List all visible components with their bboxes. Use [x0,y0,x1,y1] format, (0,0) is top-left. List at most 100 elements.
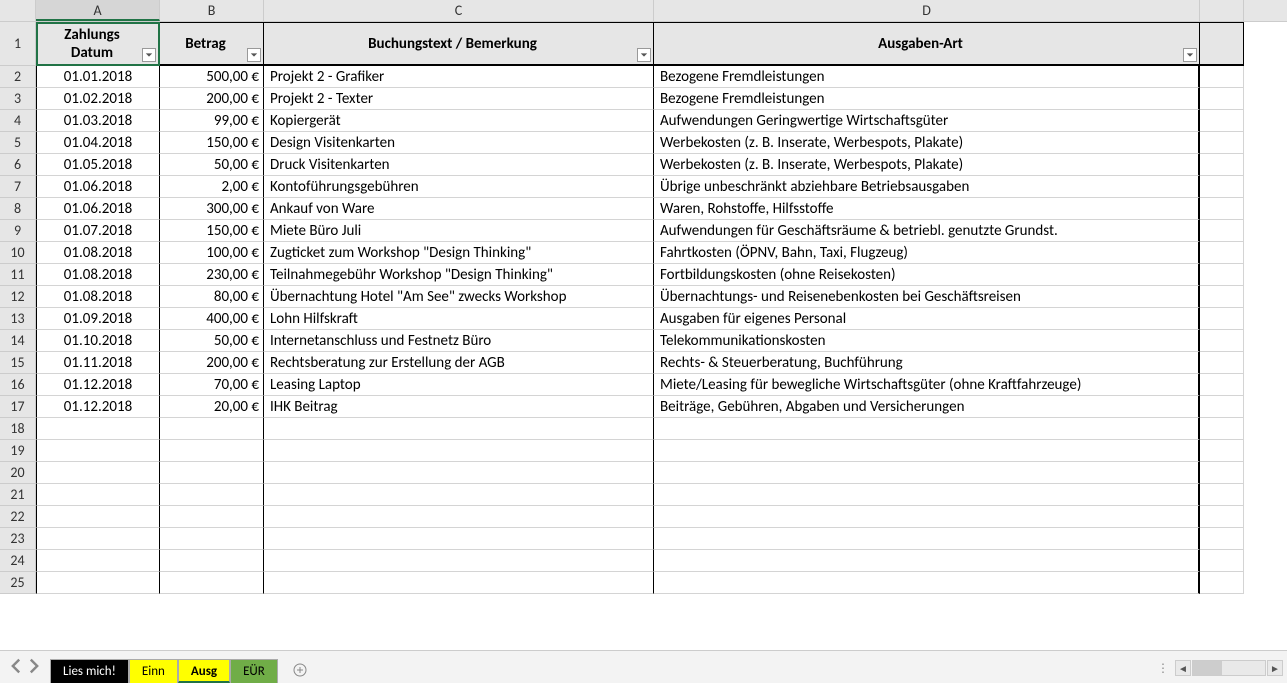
cell-date[interactable]: 01.09.2018 [36,308,160,330]
cell-amount[interactable]: 20,00 € [160,396,264,418]
cell-empty[interactable] [160,462,264,484]
cell-empty[interactable] [160,506,264,528]
cell-date[interactable]: 01.12.2018 [36,374,160,396]
row-header-8[interactable]: 8 [0,198,36,220]
cell-empty[interactable] [1200,506,1244,528]
cell-empty[interactable] [160,528,264,550]
row-header-20[interactable]: 20 [0,462,36,484]
cell-date[interactable]: 01.08.2018 [36,264,160,286]
filter-dropdown-icon[interactable] [1183,48,1197,62]
cell-category[interactable]: Werbekosten (z. B. Inserate, Werbespots,… [654,154,1200,176]
cell-amount[interactable]: 400,00 € [160,308,264,330]
tab-eur[interactable]: EÜR [230,659,278,683]
cell-empty[interactable] [160,572,264,594]
cell-text[interactable]: Miete Büro Juli [264,220,654,242]
cell-empty[interactable] [1200,462,1244,484]
cell-text[interactable]: Design Visitenkarten [264,132,654,154]
cell-empty[interactable] [654,572,1200,594]
cell-amount[interactable]: 150,00 € [160,220,264,242]
cell-empty[interactable] [264,506,654,528]
cell-empty[interactable] [654,440,1200,462]
header-betrag[interactable]: Betrag [160,22,264,66]
cell-category[interactable]: Übrige unbeschränkt abziehbare Betriebsa… [654,176,1200,198]
cell-date[interactable]: 01.08.2018 [36,286,160,308]
cell-empty[interactable] [1200,440,1244,462]
cell-empty[interactable] [160,550,264,572]
row-header-15[interactable]: 15 [0,352,36,374]
scroll-track[interactable] [1192,660,1266,676]
cell-date[interactable]: 01.08.2018 [36,242,160,264]
cell-category[interactable]: Fortbildungskosten (ohne Reisekosten) [654,264,1200,286]
cell-empty[interactable] [1200,396,1244,418]
cell-empty[interactable] [1200,176,1244,198]
header-buchungstext[interactable]: Buchungstext / Bemerkung [264,22,654,66]
select-all-corner[interactable] [0,0,36,22]
cell-empty[interactable] [654,418,1200,440]
cell-text[interactable]: Rechtsberatung zur Erstellung der AGB [264,352,654,374]
row-header-24[interactable]: 24 [0,550,36,572]
cell-empty[interactable] [264,550,654,572]
row-header-1[interactable]: 1 [0,22,36,66]
cell-empty[interactable] [1200,264,1244,286]
cell-empty[interactable] [36,528,160,550]
cell-empty[interactable] [264,462,654,484]
row-header-10[interactable]: 10 [0,242,36,264]
cell-empty[interactable] [264,440,654,462]
cell-empty[interactable] [160,484,264,506]
cell-empty[interactable] [1200,550,1244,572]
cell-empty[interactable] [1200,132,1244,154]
cell-text[interactable]: Lohn Hilfskraft [264,308,654,330]
tab-ausg[interactable]: Ausg [178,659,230,683]
row-header-4[interactable]: 4 [0,110,36,132]
cell-category[interactable]: Bezogene Fremdleistungen [654,66,1200,88]
row-header-7[interactable]: 7 [0,176,36,198]
cell-empty[interactable] [1200,484,1244,506]
cell-empty[interactable] [654,484,1200,506]
cell-amount[interactable]: 80,00 € [160,286,264,308]
cell-category[interactable]: Telekommunikationskosten [654,330,1200,352]
cell-empty[interactable] [1200,330,1244,352]
cell-amount[interactable]: 150,00 € [160,132,264,154]
row-header-25[interactable]: 25 [0,572,36,594]
cell-category[interactable]: Aufwendungen Geringwertige Wirtschaftsgü… [654,110,1200,132]
add-sheet-button[interactable] [286,660,314,682]
cell-amount[interactable]: 100,00 € [160,242,264,264]
tab-lies-mich[interactable]: Lies mich! [50,659,129,683]
tab-einn[interactable]: Einn [129,659,178,683]
cell-date[interactable]: 01.02.2018 [36,88,160,110]
cell-text[interactable]: Teilnahmegebühr Workshop "Design Thinkin… [264,264,654,286]
filter-dropdown-icon[interactable] [247,48,261,62]
cell-empty[interactable] [160,418,264,440]
tab-nav-next[interactable] [26,658,42,674]
cell-empty[interactable] [264,572,654,594]
cell-text[interactable]: Übernachtung Hotel "Am See" zwecks Works… [264,286,654,308]
col-header-B[interactable]: B [160,0,264,21]
cell-amount[interactable]: 99,00 € [160,110,264,132]
scroll-right-button[interactable]: ► [1267,660,1283,676]
col-header-E[interactable] [1200,0,1244,21]
row-header-19[interactable]: 19 [0,440,36,462]
header-ausgaben-art[interactable]: Ausgaben-Art [654,22,1200,66]
row-header-6[interactable]: 6 [0,154,36,176]
cell-empty[interactable] [36,484,160,506]
scroll-thumb[interactable] [1193,661,1222,675]
cell-category[interactable]: Beiträge, Gebühren, Abgaben und Versiche… [654,396,1200,418]
cell-empty[interactable] [1200,308,1244,330]
cell-empty[interactable] [1200,352,1244,374]
row-header-5[interactable]: 5 [0,132,36,154]
cell-category[interactable]: Waren, Rohstoffe, Hilfsstoffe [654,198,1200,220]
cell-empty[interactable] [160,440,264,462]
row-header-13[interactable]: 13 [0,308,36,330]
row-header-17[interactable]: 17 [0,396,36,418]
cell-empty[interactable] [36,572,160,594]
cell-category[interactable]: Werbekosten (z. B. Inserate, Werbespots,… [654,132,1200,154]
cell-date[interactable]: 01.12.2018 [36,396,160,418]
cell-empty[interactable] [36,550,160,572]
cell-empty[interactable] [1200,154,1244,176]
cell-empty[interactable] [1200,286,1244,308]
row-header-12[interactable]: 12 [0,286,36,308]
cell-empty[interactable] [36,418,160,440]
cell-category[interactable]: Fahrtkosten (ÖPNV, Bahn, Taxi, Flugzeug) [654,242,1200,264]
cell-text[interactable]: Projekt 2 - Grafiker [264,66,654,88]
col-header-C[interactable]: C [264,0,654,21]
